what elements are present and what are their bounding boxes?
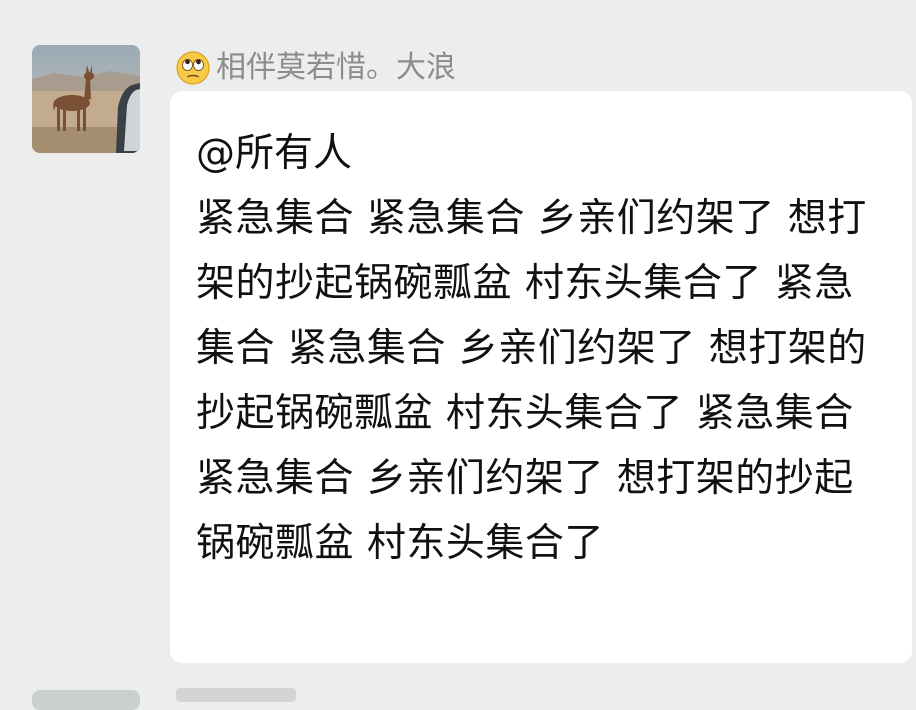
llama-avatar-icon xyxy=(32,45,140,153)
rolling-eyes-emoji-icon xyxy=(176,51,210,85)
sender-name: 相伴莫若惜。大浪 xyxy=(216,50,456,85)
next-message-sender xyxy=(176,688,296,702)
mention-text[interactable]: @所有人 xyxy=(196,121,892,186)
avatar[interactable] xyxy=(32,45,140,153)
sender[interactable]: 相伴莫若惜。大浪 xyxy=(176,50,456,86)
message-text: 紧急集合 紧急集合 乡亲们约架了 想打架的抄起锅碗瓢盆 村东头集合了 紧急集合 … xyxy=(196,196,867,566)
next-message-avatar[interactable] xyxy=(32,690,140,710)
message-bubble[interactable]: @所有人 紧急集合 紧急集合 乡亲们约架了 想打架的抄起锅碗瓢盆 村东头集合了 … xyxy=(170,91,912,663)
